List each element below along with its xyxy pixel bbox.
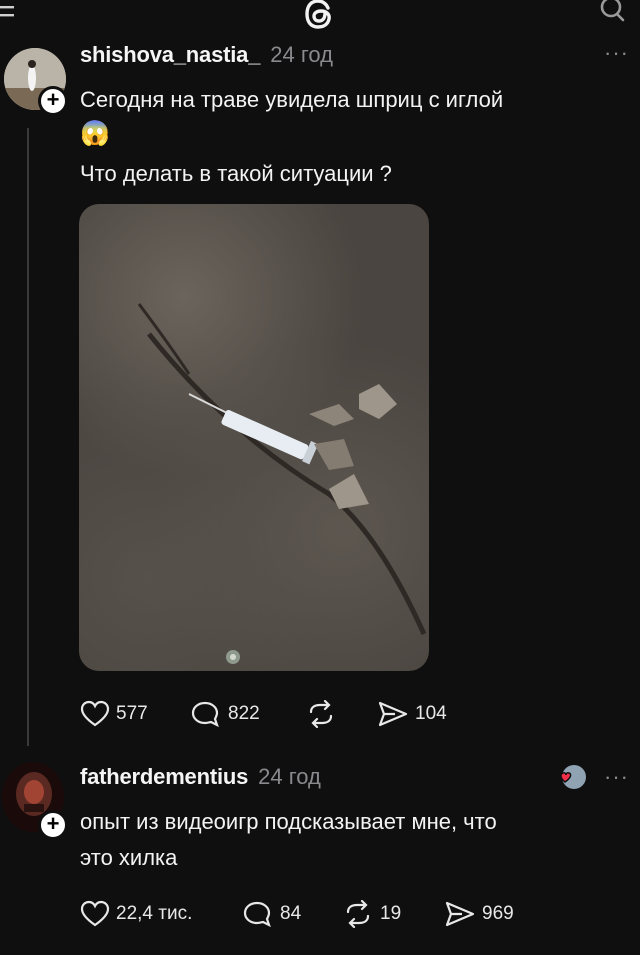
- top-bar: [0, 0, 640, 40]
- heart-icon: [80, 900, 110, 927]
- follow-plus-button[interactable]: +: [38, 810, 68, 840]
- like-button[interactable]: 22,4 тис.: [80, 900, 192, 928]
- like-count: 22,4 тис.: [116, 903, 193, 924]
- search-icon[interactable]: [596, 0, 630, 28]
- share-button[interactable]: 969: [444, 900, 514, 928]
- post-text-line1: Сегодня на траве увидела шприц с иглой: [80, 87, 504, 112]
- reply-text-line1: опыт из видеоигр подсказывает мне, что: [80, 809, 497, 834]
- reply-text-line2: это хилка: [80, 845, 178, 870]
- post-username[interactable]: shishova_nastia_: [80, 42, 260, 68]
- post-emoji: 😱: [80, 120, 110, 147]
- comment-count: 84: [280, 903, 302, 924]
- thread-connector-line: [27, 128, 29, 746]
- reply-username[interactable]: fatherdementius: [80, 764, 248, 790]
- threads-logo-icon[interactable]: [298, 0, 342, 36]
- repost-button[interactable]: [305, 700, 337, 728]
- like-count: 577: [116, 703, 148, 724]
- share-icon: [445, 901, 475, 927]
- heart-icon: [80, 700, 110, 727]
- reply-timestamp: 24 год: [258, 764, 321, 789]
- comment-icon: [191, 701, 219, 728]
- menu-icon[interactable]: [0, 0, 24, 30]
- more-icon[interactable]: ···: [604, 40, 629, 66]
- repost-count: 19: [380, 903, 402, 924]
- share-button[interactable]: 104: [377, 700, 447, 728]
- repost-icon: [309, 700, 333, 728]
- post-header: shishova_nastia_ 24 год: [80, 42, 333, 68]
- liked-by-author-avatar: [556, 764, 588, 796]
- share-count: 104: [415, 703, 447, 724]
- comment-count: 822: [228, 703, 260, 724]
- follow-plus-button[interactable]: +: [38, 86, 68, 116]
- comment-icon: [243, 901, 271, 928]
- post-photo[interactable]: [79, 204, 429, 671]
- comment-button[interactable]: 822: [190, 700, 260, 728]
- share-count: 969: [482, 903, 514, 924]
- post-timestamp: 24 год: [270, 42, 333, 67]
- post-text-line2: Что делать в такой ситуации ?: [80, 161, 392, 186]
- repost-button[interactable]: 19: [342, 900, 401, 928]
- reply-header: fatherdementius 24 год: [80, 764, 321, 790]
- repost-icon: [346, 900, 370, 928]
- like-button[interactable]: 577: [80, 700, 148, 728]
- share-icon: [378, 701, 408, 727]
- more-icon[interactable]: ···: [604, 764, 629, 790]
- comment-button[interactable]: 84: [242, 900, 301, 928]
